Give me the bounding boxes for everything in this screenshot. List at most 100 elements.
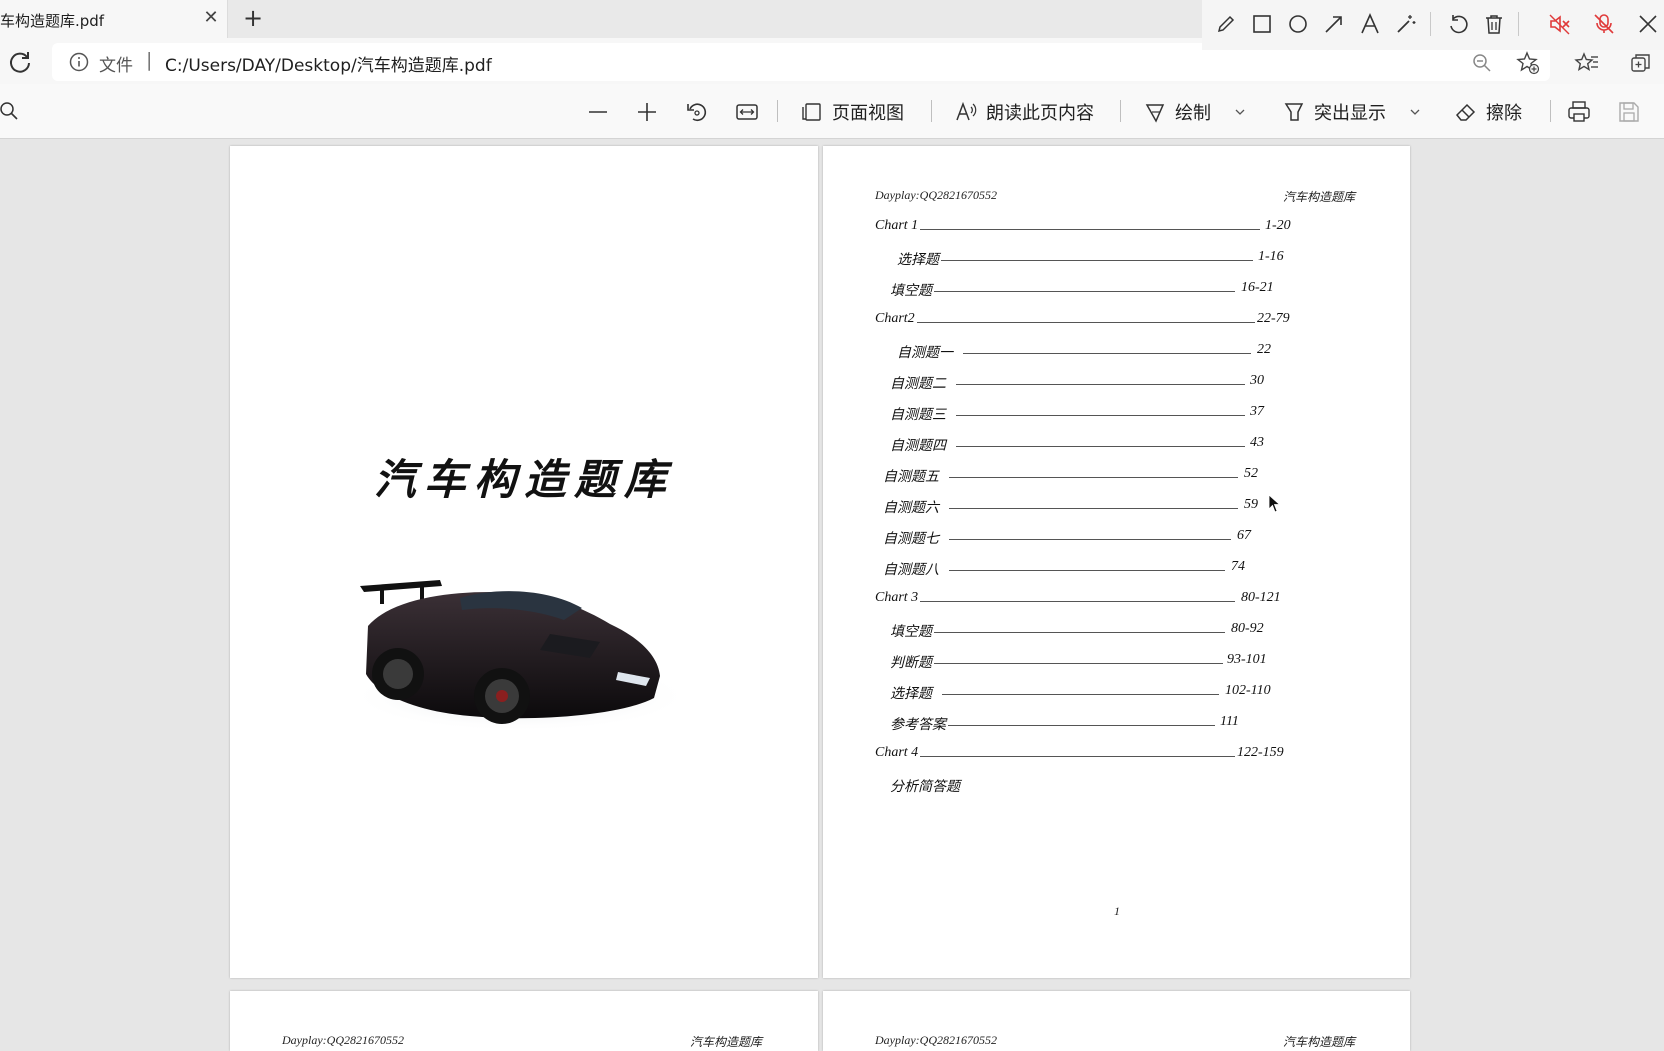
toc-entry-label: 分析简答题 (890, 780, 960, 795)
delete-icon[interactable] (1480, 10, 1508, 38)
toc-entry-label: 填空题 (890, 625, 932, 640)
draw-button[interactable]: 绘制 (1143, 96, 1247, 128)
toc-entry[interactable]: 自测题四 43 (823, 435, 1410, 457)
toc-entry-label: 选择题 (890, 687, 932, 702)
tab-active[interactable]: 车构造题库.pdf ✕ (0, 0, 228, 38)
address-separator: | (146, 49, 153, 71)
toc-entry-label: Chart 4 (875, 745, 919, 760)
toc-entry[interactable]: 自测题七 67 (823, 528, 1410, 550)
new-tab-button[interactable]: + (240, 6, 266, 32)
toc-leader-line (941, 260, 1253, 261)
toc-entry[interactable]: 分析简答题 (823, 776, 1410, 798)
collections-icon[interactable] (1628, 50, 1654, 76)
toc-leader-line (949, 508, 1238, 509)
toc-entry[interactable]: 自测题三 37 (823, 404, 1410, 426)
toc-entry[interactable]: 选择题 1-16 (823, 249, 1410, 271)
toc-entry[interactable]: Chart 1 1-20 (823, 218, 1410, 240)
toc-entry-pages: 93-101 (1227, 652, 1267, 667)
toc-entry-label: 自测题四 (890, 439, 946, 454)
toc-entry-pages: 43 (1250, 435, 1264, 450)
mouse-cursor-icon (1268, 494, 1282, 518)
toc-entry[interactable]: Chart 3 80-121 (823, 590, 1410, 612)
toolbar-separator (777, 100, 778, 122)
toc-entry-label: 填空题 (890, 284, 932, 299)
toc-entry[interactable]: 选择题 102-110 (823, 683, 1410, 705)
toc-entry-label: 自测题三 (890, 408, 946, 423)
toc-leader-line (956, 415, 1245, 416)
fit-width-icon[interactable] (734, 96, 760, 128)
toolbar-separator (931, 100, 932, 122)
rotate-icon[interactable] (684, 96, 710, 128)
toc-entry-label: 自测题七 (883, 532, 939, 547)
toc-entry-label: 自测题五 (883, 470, 939, 485)
pdf-page-cover: 汽车构造题库 (230, 146, 818, 978)
zoom-in-button[interactable] (634, 96, 660, 128)
toc-entry-label: 自测题八 (883, 563, 939, 578)
read-aloud-icon (956, 101, 977, 121)
toc-entry-label: Chart 1 (875, 218, 919, 233)
speaker-muted-icon[interactable] (1546, 10, 1574, 38)
close-icon[interactable] (1634, 10, 1662, 38)
read-aloud-button[interactable]: 朗读此页内容 (954, 96, 1094, 128)
page-header-right: 汽车构造题库 (1283, 1035, 1356, 1049)
arrow-icon[interactable] (1320, 10, 1348, 38)
toc-entry-pages: 80-121 (1241, 590, 1281, 605)
toc-entry[interactable]: 自测题八 74 (823, 559, 1410, 581)
toc-leader-line (948, 725, 1215, 726)
toc-entry-label: Chart 3 (875, 590, 919, 605)
reload-icon[interactable] (6, 48, 34, 76)
toc-entry-pages: 1-20 (1265, 218, 1291, 233)
toc-entry-label: 自测题六 (883, 501, 939, 516)
search-icon[interactable] (0, 100, 22, 122)
toc-entry-pages: 102-110 (1225, 683, 1271, 698)
save-icon (1619, 102, 1639, 122)
pdf-page-next-right: Dayplay:QQ2821670552 汽车构造题库 (823, 991, 1410, 1051)
toc-entry-pages: 16-21 (1241, 280, 1274, 295)
address-scheme-label: 文件 (99, 56, 133, 76)
cover-title: 汽车构造题库 (373, 455, 674, 504)
print-button[interactable] (1566, 96, 1592, 128)
toc-entry[interactable]: 自测题五 52 (823, 466, 1410, 488)
toc-entry[interactable]: 判断题 93-101 (823, 652, 1410, 674)
toc-entry-pages: 111 (1220, 714, 1239, 729)
toc-leader-line (934, 291, 1235, 292)
print-icon (1568, 101, 1590, 122)
highlight-button[interactable]: 突出显示 (1282, 96, 1422, 128)
page-header-left: Dayplay:QQ2821670552 (282, 1033, 404, 1047)
toc-entry[interactable]: 自测题二 30 (823, 373, 1410, 395)
zoom-out-button[interactable] (585, 96, 611, 128)
mic-muted-icon[interactable] (1590, 10, 1618, 38)
toc-entry[interactable]: Chart2 22-79 (823, 311, 1410, 333)
toc-entry[interactable]: Chart 4 122-159 (823, 745, 1410, 767)
toc-entry[interactable]: 自测题一 22 (823, 342, 1410, 364)
toc-entry[interactable]: 填空题 16-21 (823, 280, 1410, 302)
annot-separator (1518, 12, 1519, 36)
page-header-right: 汽车构造题库 (1283, 190, 1356, 204)
circle-icon[interactable] (1284, 10, 1312, 38)
erase-button[interactable]: 擦除 (1454, 96, 1522, 128)
text-icon[interactable] (1356, 10, 1384, 38)
tab-close-icon[interactable]: ✕ (200, 7, 222, 29)
toc-entry-pages: 30 (1250, 373, 1264, 388)
page-view-button[interactable]: 页面视图 (800, 96, 904, 128)
save-button[interactable] (1616, 96, 1642, 128)
add-favorite-icon[interactable] (1515, 50, 1541, 76)
draw-icon (1145, 104, 1165, 123)
undo-icon[interactable] (1444, 10, 1472, 38)
toc-entry-pages: 67 (1237, 528, 1251, 543)
pen-icon[interactable] (1212, 10, 1240, 38)
zoom-out-icon[interactable] (1470, 51, 1494, 75)
toc-entry[interactable]: 参考答案 111 (823, 714, 1410, 736)
toc-entry-label: 参考答案 (890, 718, 946, 733)
toc-entry-label: 自测题二 (890, 377, 946, 392)
favorites-icon[interactable] (1574, 50, 1600, 76)
read-aloud-label: 朗读此页内容 (986, 103, 1094, 124)
toc-leader-line (916, 322, 1255, 323)
address-url[interactable]: C:/Users/DAY/Desktop/汽车构造题库.pdf (165, 51, 492, 76)
page-view-label: 页面视图 (832, 103, 904, 124)
info-icon[interactable] (68, 51, 90, 73)
toc-entry[interactable]: 自测题六 59 (823, 497, 1410, 519)
magic-wand-icon[interactable] (1392, 10, 1420, 38)
rectangle-icon[interactable] (1248, 10, 1276, 38)
toc-entry[interactable]: 填空题 80-92 (823, 621, 1410, 643)
